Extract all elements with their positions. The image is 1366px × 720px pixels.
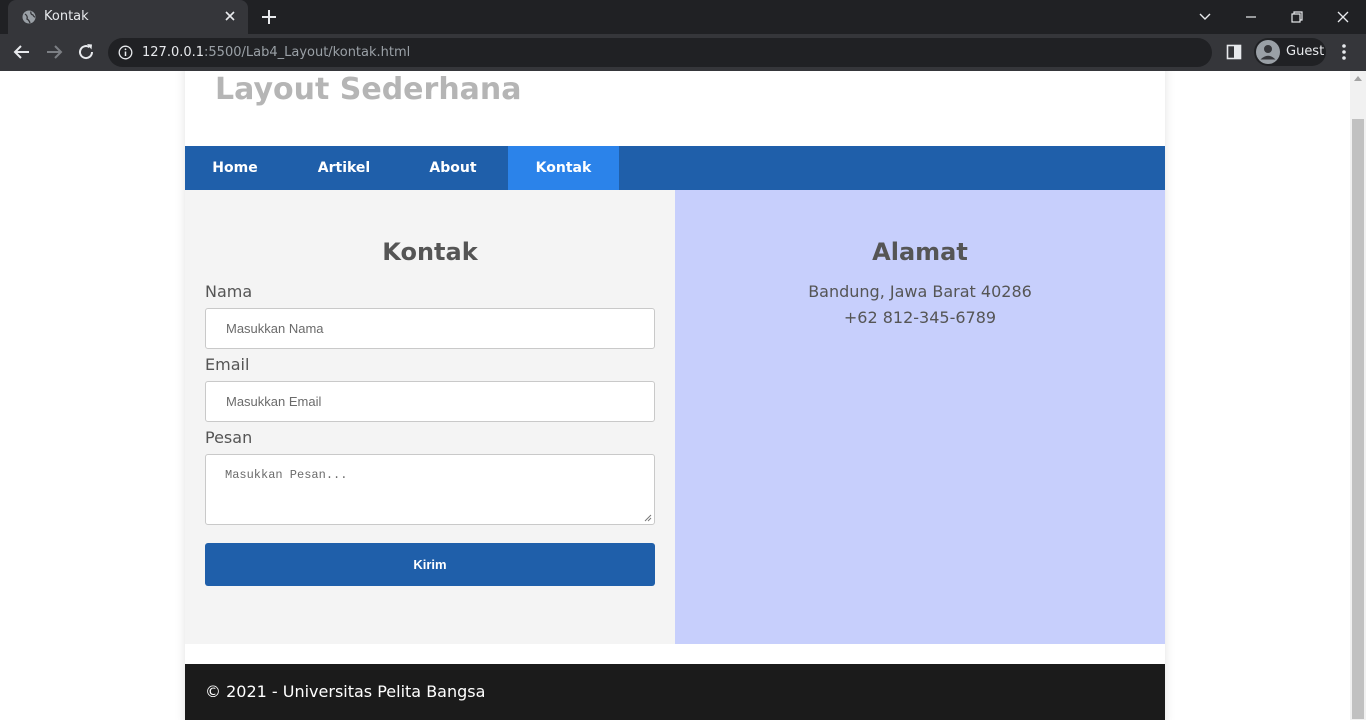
new-tab-icon[interactable] [260, 8, 278, 26]
side-panel-icon[interactable] [1226, 44, 1242, 60]
address-heading: Alamat [872, 238, 968, 266]
name-placeholder: Masukkan Nama [226, 321, 324, 336]
back-icon[interactable] [12, 42, 32, 62]
nav-item-about[interactable]: About [410, 146, 496, 190]
globe-icon [22, 10, 36, 24]
name-input[interactable]: Masukkan Nama [205, 308, 655, 349]
url-text: 127.0.0.1:5500/Lab4_Layout/kontak.html [142, 45, 410, 60]
message-placeholder: Masukkan Pesan... [225, 468, 348, 482]
info-icon[interactable] [118, 45, 133, 60]
chevron-down-icon [1199, 13, 1211, 20]
contact-heading: Kontak [382, 238, 478, 266]
browser-tab[interactable]: Kontak [8, 0, 248, 34]
profile-button[interactable]: Guest [1254, 38, 1326, 66]
browser-tab-strip: Kontak [0, 0, 1366, 34]
close-tab-icon[interactable] [222, 8, 238, 24]
forward-icon[interactable] [44, 42, 64, 62]
message-label: Pesan [205, 428, 253, 447]
email-input[interactable]: Masukkan Email [205, 381, 655, 422]
page-viewport: Layout Sederhana Home Artikel About Kont… [0, 71, 1350, 720]
footer-copyright: © 2021 - Universitas Pelita Bangsa [205, 682, 486, 701]
site-title: Layout Sederhana [215, 72, 522, 107]
scrollbar-thumb[interactable] [1352, 119, 1364, 719]
page-footer: © 2021 - Universitas Pelita Bangsa [185, 664, 1165, 720]
restore-button[interactable] [1274, 0, 1320, 34]
tab-title: Kontak [44, 9, 89, 24]
address-line: Bandung, Jawa Barat 40286 [808, 282, 1032, 301]
contact-form-section: Kontak Nama Masukkan Nama Email Masukkan… [185, 190, 675, 644]
close-icon [1337, 11, 1349, 23]
message-textarea[interactable]: Masukkan Pesan... [205, 454, 655, 525]
reload-icon[interactable] [76, 42, 96, 62]
page-container: Layout Sederhana Home Artikel About Kont… [185, 71, 1165, 720]
scroll-up-arrow-icon[interactable] [1354, 76, 1362, 81]
nav-item-artikel[interactable]: Artikel [302, 146, 386, 190]
address-section: Alamat Bandung, Jawa Barat 40286 +62 812… [675, 190, 1165, 644]
vertical-scrollbar[interactable] [1350, 71, 1366, 720]
main-nav: Home Artikel About Kontak [185, 146, 1165, 190]
close-window-button[interactable] [1320, 0, 1366, 34]
browser-toolbar: 127.0.0.1:5500/Lab4_Layout/kontak.html G… [0, 34, 1366, 71]
avatar-icon [1256, 40, 1280, 64]
address-bar[interactable]: 127.0.0.1:5500/Lab4_Layout/kontak.html [108, 38, 1212, 67]
minimize-button[interactable] [1228, 0, 1274, 34]
email-label: Email [205, 355, 250, 374]
profile-label: Guest [1286, 44, 1325, 59]
url-host: 127.0.0.1 [142, 45, 205, 60]
more-menu-icon[interactable] [1336, 42, 1352, 62]
url-path: :5500/Lab4_Layout/kontak.html [204, 45, 411, 60]
minimize-icon [1246, 16, 1256, 18]
name-label: Nama [205, 282, 253, 301]
submit-button[interactable]: Kirim [205, 543, 655, 586]
resize-grip-icon[interactable] [644, 514, 652, 522]
tab-search-button[interactable] [1182, 0, 1228, 34]
phone-number: +62 812-345-6789 [843, 308, 997, 327]
restore-icon [1291, 11, 1303, 23]
nav-item-home[interactable]: Home [185, 146, 285, 190]
email-placeholder: Masukkan Email [226, 394, 322, 409]
nav-item-kontak[interactable]: Kontak [508, 146, 619, 190]
